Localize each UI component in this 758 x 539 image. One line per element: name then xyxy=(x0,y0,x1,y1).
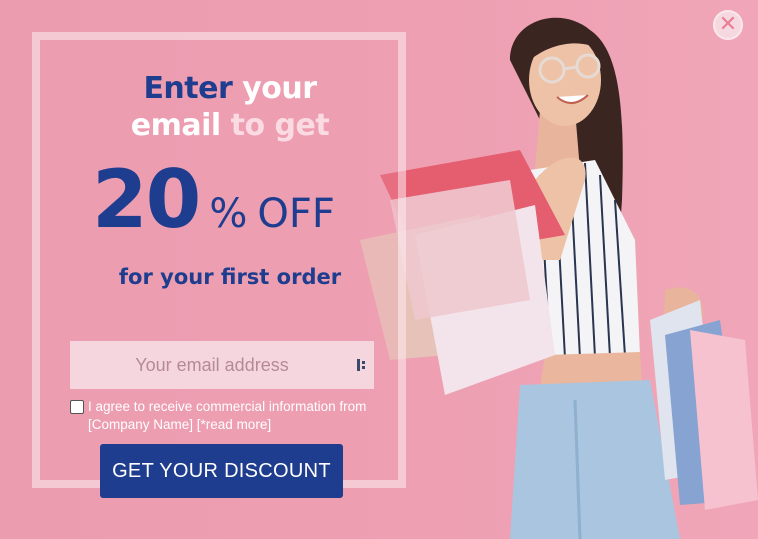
headline-email: email xyxy=(130,108,221,143)
discount-percent: % xyxy=(209,191,248,237)
close-button[interactable]: ✕ xyxy=(713,10,743,40)
discount-number: 20 xyxy=(92,153,201,246)
subheadline: for your first order xyxy=(118,265,342,289)
headline-your: your xyxy=(232,71,317,106)
password-manager-icon[interactable] xyxy=(356,357,368,373)
discount-amount: 20 % OFF xyxy=(92,155,392,245)
headline-enter: Enter xyxy=(143,71,233,106)
close-icon[interactable]: ✕ xyxy=(719,14,737,36)
get-discount-button[interactable]: GET YOUR DISCOUNT xyxy=(100,444,343,498)
headline-to-get: to get xyxy=(220,108,330,143)
consent-row[interactable]: I agree to receive commercial informatio… xyxy=(70,398,380,434)
email-input[interactable] xyxy=(70,354,374,376)
discount-popup: ✕ Enter your email to get 20 % OFF for y… xyxy=(0,0,758,539)
consent-text: I agree to receive commercial informatio… xyxy=(88,399,367,432)
headline: Enter your email to get xyxy=(30,70,430,144)
discount-off: OFF xyxy=(257,191,335,237)
email-field[interactable] xyxy=(70,341,374,389)
consent-checkbox[interactable] xyxy=(70,400,84,414)
